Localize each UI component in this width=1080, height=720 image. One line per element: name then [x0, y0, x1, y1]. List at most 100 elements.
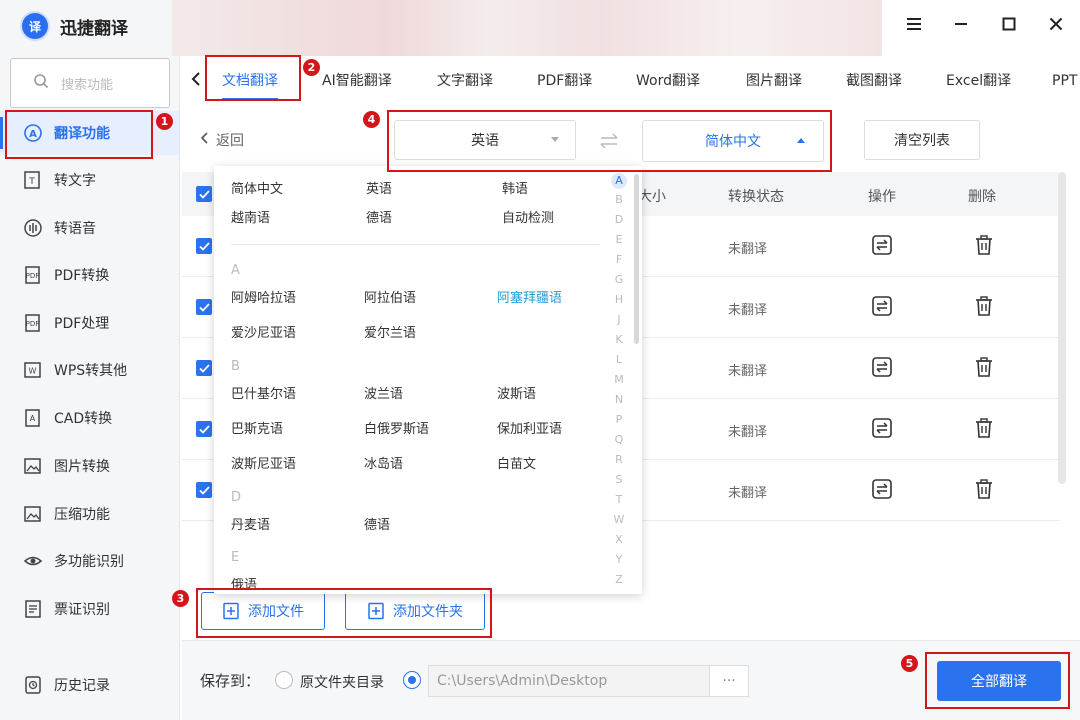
add-folder-button[interactable]: 添加文件夹: [345, 592, 485, 630]
az-index-letter[interactable]: S: [612, 473, 626, 486]
select-all-checkbox[interactable]: [196, 186, 212, 202]
az-index-letter[interactable]: F: [612, 253, 626, 266]
delete-button[interactable]: [973, 234, 997, 258]
tab-word-translate[interactable]: Word翻译: [636, 66, 700, 96]
minimize-button[interactable]: [946, 11, 976, 41]
close-button[interactable]: [1041, 11, 1071, 41]
convert-action-button[interactable]: [871, 478, 895, 502]
az-index-letter[interactable]: Q: [612, 433, 626, 446]
az-index-letter[interactable]: W: [612, 513, 626, 526]
delete-button[interactable]: [973, 417, 997, 441]
sidebar-item-to-text[interactable]: T 转文字: [0, 158, 179, 202]
lang-option[interactable]: 阿拉伯语: [364, 287, 416, 306]
maximize-button[interactable]: [994, 11, 1024, 41]
delete-button[interactable]: [973, 356, 997, 380]
lang-option[interactable]: 简体中文: [231, 178, 283, 197]
tab-image-translate[interactable]: 图片翻译: [746, 66, 802, 96]
sidebar-item-pdf-convert[interactable]: PDF PDF转换: [0, 253, 179, 297]
convert-action-button[interactable]: [871, 417, 895, 441]
az-index-letter[interactable]: R: [612, 453, 626, 466]
convert-action-button[interactable]: [871, 234, 895, 258]
az-index-letter[interactable]: X: [612, 533, 626, 546]
delete-button[interactable]: [973, 295, 997, 319]
convert-action-button[interactable]: [871, 295, 895, 319]
row-checkbox[interactable]: [196, 238, 212, 254]
tab-pdf-translate[interactable]: PDF翻译: [537, 66, 592, 96]
az-index-letter[interactable]: Y: [612, 553, 626, 566]
lang-option[interactable]: 越南语: [231, 207, 270, 226]
az-index-letter[interactable]: P: [612, 413, 626, 426]
custom-path-radio[interactable]: [403, 671, 421, 689]
add-file-button[interactable]: 添加文件: [201, 592, 325, 630]
menu-button[interactable]: [899, 11, 929, 41]
translate-all-button[interactable]: 全部翻译: [937, 661, 1061, 701]
lang-option[interactable]: 波斯尼亚语: [231, 453, 296, 472]
feature-search-input[interactable]: 搜索功能: [10, 58, 170, 108]
convert-action-button[interactable]: [871, 356, 895, 380]
sidebar-item-pdf-process[interactable]: PDF PDF处理: [0, 301, 179, 345]
original-folder-radio[interactable]: [275, 671, 293, 689]
lang-option[interactable]: 冰岛语: [364, 453, 403, 472]
az-index-letter[interactable]: N: [612, 393, 626, 406]
az-index-letter[interactable]: E: [612, 233, 626, 246]
lang-option[interactable]: 韩语: [502, 178, 528, 197]
az-index-letter[interactable]: A: [611, 173, 627, 189]
lang-option[interactable]: 英语: [366, 178, 392, 197]
az-index-letter[interactable]: G: [612, 273, 626, 286]
row-checkbox[interactable]: [196, 360, 212, 376]
source-language-select[interactable]: 英语: [394, 120, 576, 160]
sidebar-item-image-convert[interactable]: 图片转换: [0, 444, 179, 488]
tab-document-translate[interactable]: 文档翻译: [222, 66, 278, 100]
lang-option[interactable]: 自动检测: [502, 207, 554, 226]
lang-option[interactable]: 爱沙尼亚语: [231, 322, 296, 341]
dropdown-scrollbar[interactable]: [634, 174, 639, 344]
browse-path-button[interactable]: ···: [709, 665, 749, 697]
sidebar-item-ticket[interactable]: 票证识别: [0, 587, 179, 631]
lang-option[interactable]: 阿姆哈拉语: [231, 287, 296, 306]
table-scrollbar[interactable]: [1058, 172, 1066, 484]
lang-option[interactable]: 白俄罗斯语: [364, 418, 429, 437]
sidebar-item-compress[interactable]: 压缩功能: [0, 492, 179, 536]
sidebar-item-wps[interactable]: W WPS转其他: [0, 348, 179, 392]
az-index-letter[interactable]: H: [612, 293, 626, 306]
swap-languages-button[interactable]: [598, 130, 620, 152]
az-index-letter[interactable]: L: [612, 353, 626, 366]
lang-option[interactable]: 德语: [366, 207, 392, 226]
sidebar-item-to-voice[interactable]: 转语音: [0, 206, 179, 250]
sidebar-item-recognize[interactable]: 多功能识别: [0, 539, 179, 583]
lang-option[interactable]: 爱尔兰语: [364, 322, 416, 341]
row-checkbox[interactable]: [196, 299, 212, 315]
sidebar-item-translate[interactable]: A 翻译功能: [0, 111, 179, 155]
tab-text-translate[interactable]: 文字翻译: [437, 66, 493, 96]
lang-option-hovered[interactable]: 阿塞拜疆语: [497, 287, 562, 306]
az-index-letter[interactable]: T: [612, 493, 626, 506]
tab-ppt-translate[interactable]: PPT: [1052, 66, 1077, 96]
az-index-letter[interactable]: D: [612, 213, 626, 226]
tab-screenshot-translate[interactable]: 截图翻译: [846, 66, 902, 96]
row-checkbox[interactable]: [196, 421, 212, 437]
lang-option[interactable]: 丹麦语: [231, 514, 270, 533]
tabs-scroll-left-button[interactable]: [186, 66, 206, 96]
tab-excel-translate[interactable]: Excel翻译: [946, 66, 1011, 96]
lang-option[interactable]: 波兰语: [364, 383, 403, 402]
row-checkbox[interactable]: [196, 482, 212, 498]
lang-option[interactable]: 俄语: [231, 574, 257, 593]
output-path-input[interactable]: [428, 665, 710, 697]
az-index-letter[interactable]: B: [612, 193, 626, 206]
lang-option[interactable]: 巴什基尔语: [231, 383, 296, 402]
sidebar-item-cad[interactable]: A CAD转换: [0, 396, 179, 440]
lang-option[interactable]: 巴斯克语: [231, 418, 283, 437]
lang-option[interactable]: 保加利亚语: [497, 418, 562, 437]
lang-option[interactable]: 波斯语: [497, 383, 536, 402]
delete-button[interactable]: [973, 478, 997, 502]
az-index-letter[interactable]: K: [612, 333, 626, 346]
az-index-letter[interactable]: M: [612, 373, 626, 386]
clear-list-button[interactable]: 清空列表: [864, 120, 980, 160]
lang-option[interactable]: 白苗文: [497, 453, 536, 472]
lang-option[interactable]: 德语: [364, 514, 390, 533]
az-index-letter[interactable]: Z: [612, 573, 626, 586]
back-button[interactable]: 返回: [200, 128, 244, 152]
target-language-select[interactable]: 简体中文: [642, 120, 824, 162]
tab-ai-translate[interactable]: AI智能翻译: [322, 66, 392, 96]
az-index-letter[interactable]: J: [612, 313, 626, 326]
